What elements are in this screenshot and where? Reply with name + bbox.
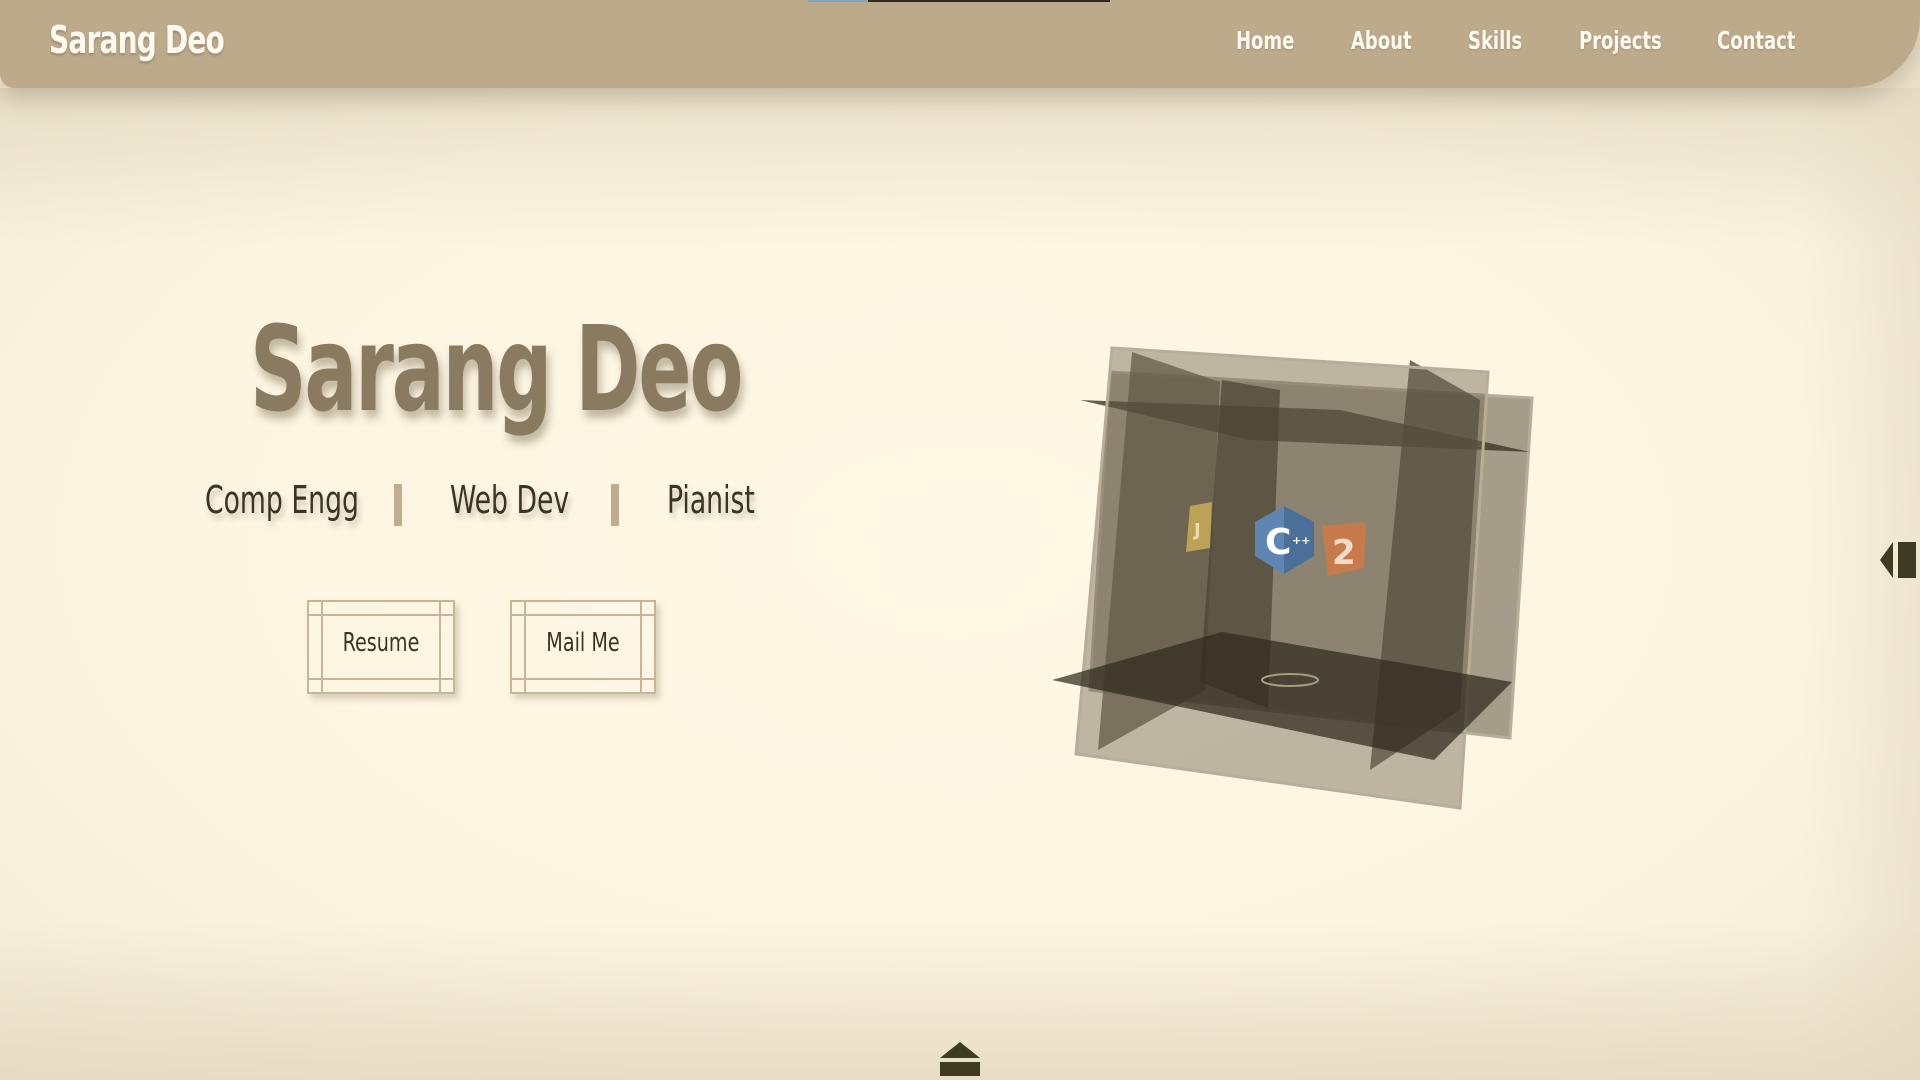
mail-me-button[interactable]: Mail Me bbox=[510, 600, 656, 694]
svg-text:C: C bbox=[1265, 522, 1291, 563]
svg-text:++: ++ bbox=[1292, 534, 1310, 547]
role-divider bbox=[611, 484, 619, 526]
nav-about[interactable]: About bbox=[1351, 26, 1412, 55]
resume-button[interactable]: Resume bbox=[307, 600, 455, 694]
hero-title: Sarang Deo bbox=[250, 300, 743, 438]
nav-home[interactable]: Home bbox=[1236, 26, 1294, 55]
scroll-top-icon[interactable] bbox=[940, 1042, 980, 1076]
scroll-progress-fill bbox=[808, 0, 868, 2]
role-divider bbox=[394, 484, 402, 526]
navbar: Sarang Deo Home About Skills Projects Co… bbox=[0, 0, 1920, 88]
resume-button-label: Resume bbox=[342, 628, 420, 658]
html5-icon: 2 bbox=[1322, 522, 1366, 576]
brand-logo[interactable]: Sarang Deo bbox=[49, 18, 225, 62]
sidebar-toggle-icon[interactable] bbox=[1880, 540, 1916, 580]
role-comp-engg: Comp Engg bbox=[205, 478, 359, 522]
nav-skills[interactable]: Skills bbox=[1468, 26, 1522, 55]
nav-contact[interactable]: Contact bbox=[1717, 26, 1795, 55]
skills-cube[interactable]: J C ++ 2 bbox=[1040, 330, 1560, 830]
javascript-icon: J bbox=[1186, 502, 1212, 552]
svg-text:2: 2 bbox=[1332, 533, 1356, 573]
nav-projects[interactable]: Projects bbox=[1579, 26, 1662, 55]
role-web-dev: Web Dev bbox=[450, 478, 570, 522]
header-shadow-fade bbox=[0, 88, 1920, 248]
mail-me-button-label: Mail Me bbox=[546, 628, 620, 658]
role-pianist: Pianist bbox=[667, 478, 755, 522]
page: Sarang Deo Home About Skills Projects Co… bbox=[0, 0, 1920, 1080]
svg-text:J: J bbox=[1192, 520, 1201, 541]
